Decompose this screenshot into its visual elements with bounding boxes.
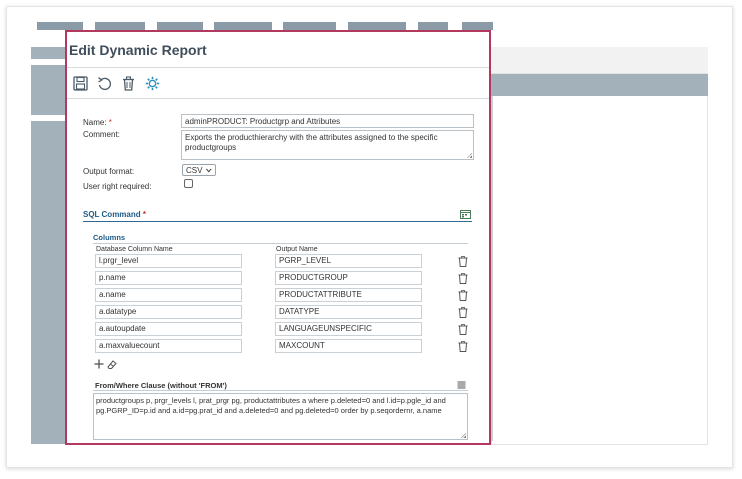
output-name-input[interactable]: PGRP_LEVEL: [275, 254, 422, 268]
output-format-value: CSV: [186, 165, 203, 175]
db-column-input[interactable]: a.name: [95, 288, 242, 302]
comment-label: Comment:: [83, 130, 120, 139]
settings-button[interactable]: [144, 75, 161, 92]
background-tab: [95, 22, 145, 30]
trash-icon[interactable]: [458, 273, 468, 284]
trash-icon[interactable]: [458, 341, 468, 352]
dialog-title: Edit Dynamic Report: [69, 42, 207, 58]
resize-handle-icon[interactable]: [461, 433, 466, 438]
columns-title: Columns: [93, 233, 126, 242]
db-column-input[interactable]: a.datatype: [95, 305, 242, 319]
background-tab: [462, 22, 493, 30]
save-icon: [73, 75, 88, 91]
user-right-checkbox[interactable]: [184, 179, 193, 188]
comment-textarea[interactable]: Exports the producthierarchy with the at…: [181, 130, 474, 160]
undo-icon: [98, 76, 111, 90]
delete-button[interactable]: [120, 75, 137, 92]
background-panel: [491, 47, 708, 445]
output-name-input[interactable]: PRODUCTGROUP: [275, 271, 422, 285]
background-sidebar: [31, 47, 67, 444]
background-tab: [283, 22, 336, 30]
from-where-label: From/Where Clause (without 'FROM'): [95, 381, 227, 390]
title-divider: [67, 67, 489, 68]
eraser-icon[interactable]: [107, 359, 117, 369]
trash-icon[interactable]: [458, 307, 468, 318]
background-panel-band: [491, 74, 708, 96]
background-panel-header: [491, 47, 708, 74]
trash-icon[interactable]: [458, 256, 468, 267]
background-tab: [418, 22, 448, 30]
gear-icon: [145, 76, 160, 90]
db-column-input[interactable]: l.prgr_level: [95, 254, 242, 268]
save-button[interactable]: [72, 75, 89, 92]
db-column-input[interactable]: p.name: [95, 271, 242, 285]
trash-icon[interactable]: [458, 290, 468, 301]
name-label: Name: *: [83, 118, 112, 127]
name-label-text: Name:: [83, 118, 107, 127]
toolbar-divider: [67, 98, 489, 99]
undo-button[interactable]: [96, 75, 113, 92]
background-sidebar-band: [31, 59, 67, 65]
from-where-text: productgroups p, prgr_levels l, prat_prg…: [96, 396, 446, 415]
add-row-icon[interactable]: [94, 359, 104, 369]
user-right-label: User right required:: [83, 182, 152, 191]
comment-text: Exports the producthierarchy with the at…: [185, 133, 438, 152]
output-format-select[interactable]: CSV: [182, 164, 216, 176]
columns-divider: [93, 243, 468, 244]
edit-dynamic-report-dialog: Edit Dynamic Report Name: * adminPRODUCT…: [65, 30, 491, 445]
output-name-input[interactable]: MAXCOUNT: [275, 339, 422, 353]
sql-command-title-text: SQL Command: [83, 210, 141, 219]
output-name-input[interactable]: LANGUAGEUNSPECIFIC: [275, 322, 422, 336]
output-format-label: Output format:: [83, 167, 135, 176]
db-column-input[interactable]: a.autoupdate: [95, 322, 242, 336]
calendar-icon[interactable]: [460, 209, 471, 219]
required-mark: *: [142, 210, 146, 219]
sql-command-title: SQL Command *: [83, 210, 146, 219]
background-tab: [214, 22, 272, 30]
background-tab: [348, 22, 406, 30]
output-name-input[interactable]: PRODUCTATTRIBUTE: [275, 288, 422, 302]
resize-handle-icon[interactable]: [467, 153, 472, 158]
from-where-textarea[interactable]: productgroups p, prgr_levels l, prat_prg…: [93, 393, 468, 440]
required-mark: *: [108, 118, 112, 127]
chevron-down-icon: [206, 168, 212, 172]
trash-icon[interactable]: [458, 324, 468, 335]
menu-icon[interactable]: [457, 381, 466, 389]
db-column-header: Database Column Name: [96, 246, 173, 253]
background-sidebar-band: [31, 115, 67, 121]
toolbar: [72, 74, 161, 92]
background-tab: [157, 22, 203, 30]
output-name-input[interactable]: DATATYPE: [275, 305, 422, 319]
background-tab: [37, 22, 83, 30]
output-name-header: Output Name: [276, 246, 318, 253]
db-column-input[interactable]: a.maxvaluecount: [95, 339, 242, 353]
from-where-divider: [93, 390, 468, 391]
sql-command-divider: [83, 221, 472, 222]
name-input[interactable]: adminPRODUCT: Productgrp and Attributes: [181, 114, 474, 128]
trash-icon: [123, 75, 134, 91]
